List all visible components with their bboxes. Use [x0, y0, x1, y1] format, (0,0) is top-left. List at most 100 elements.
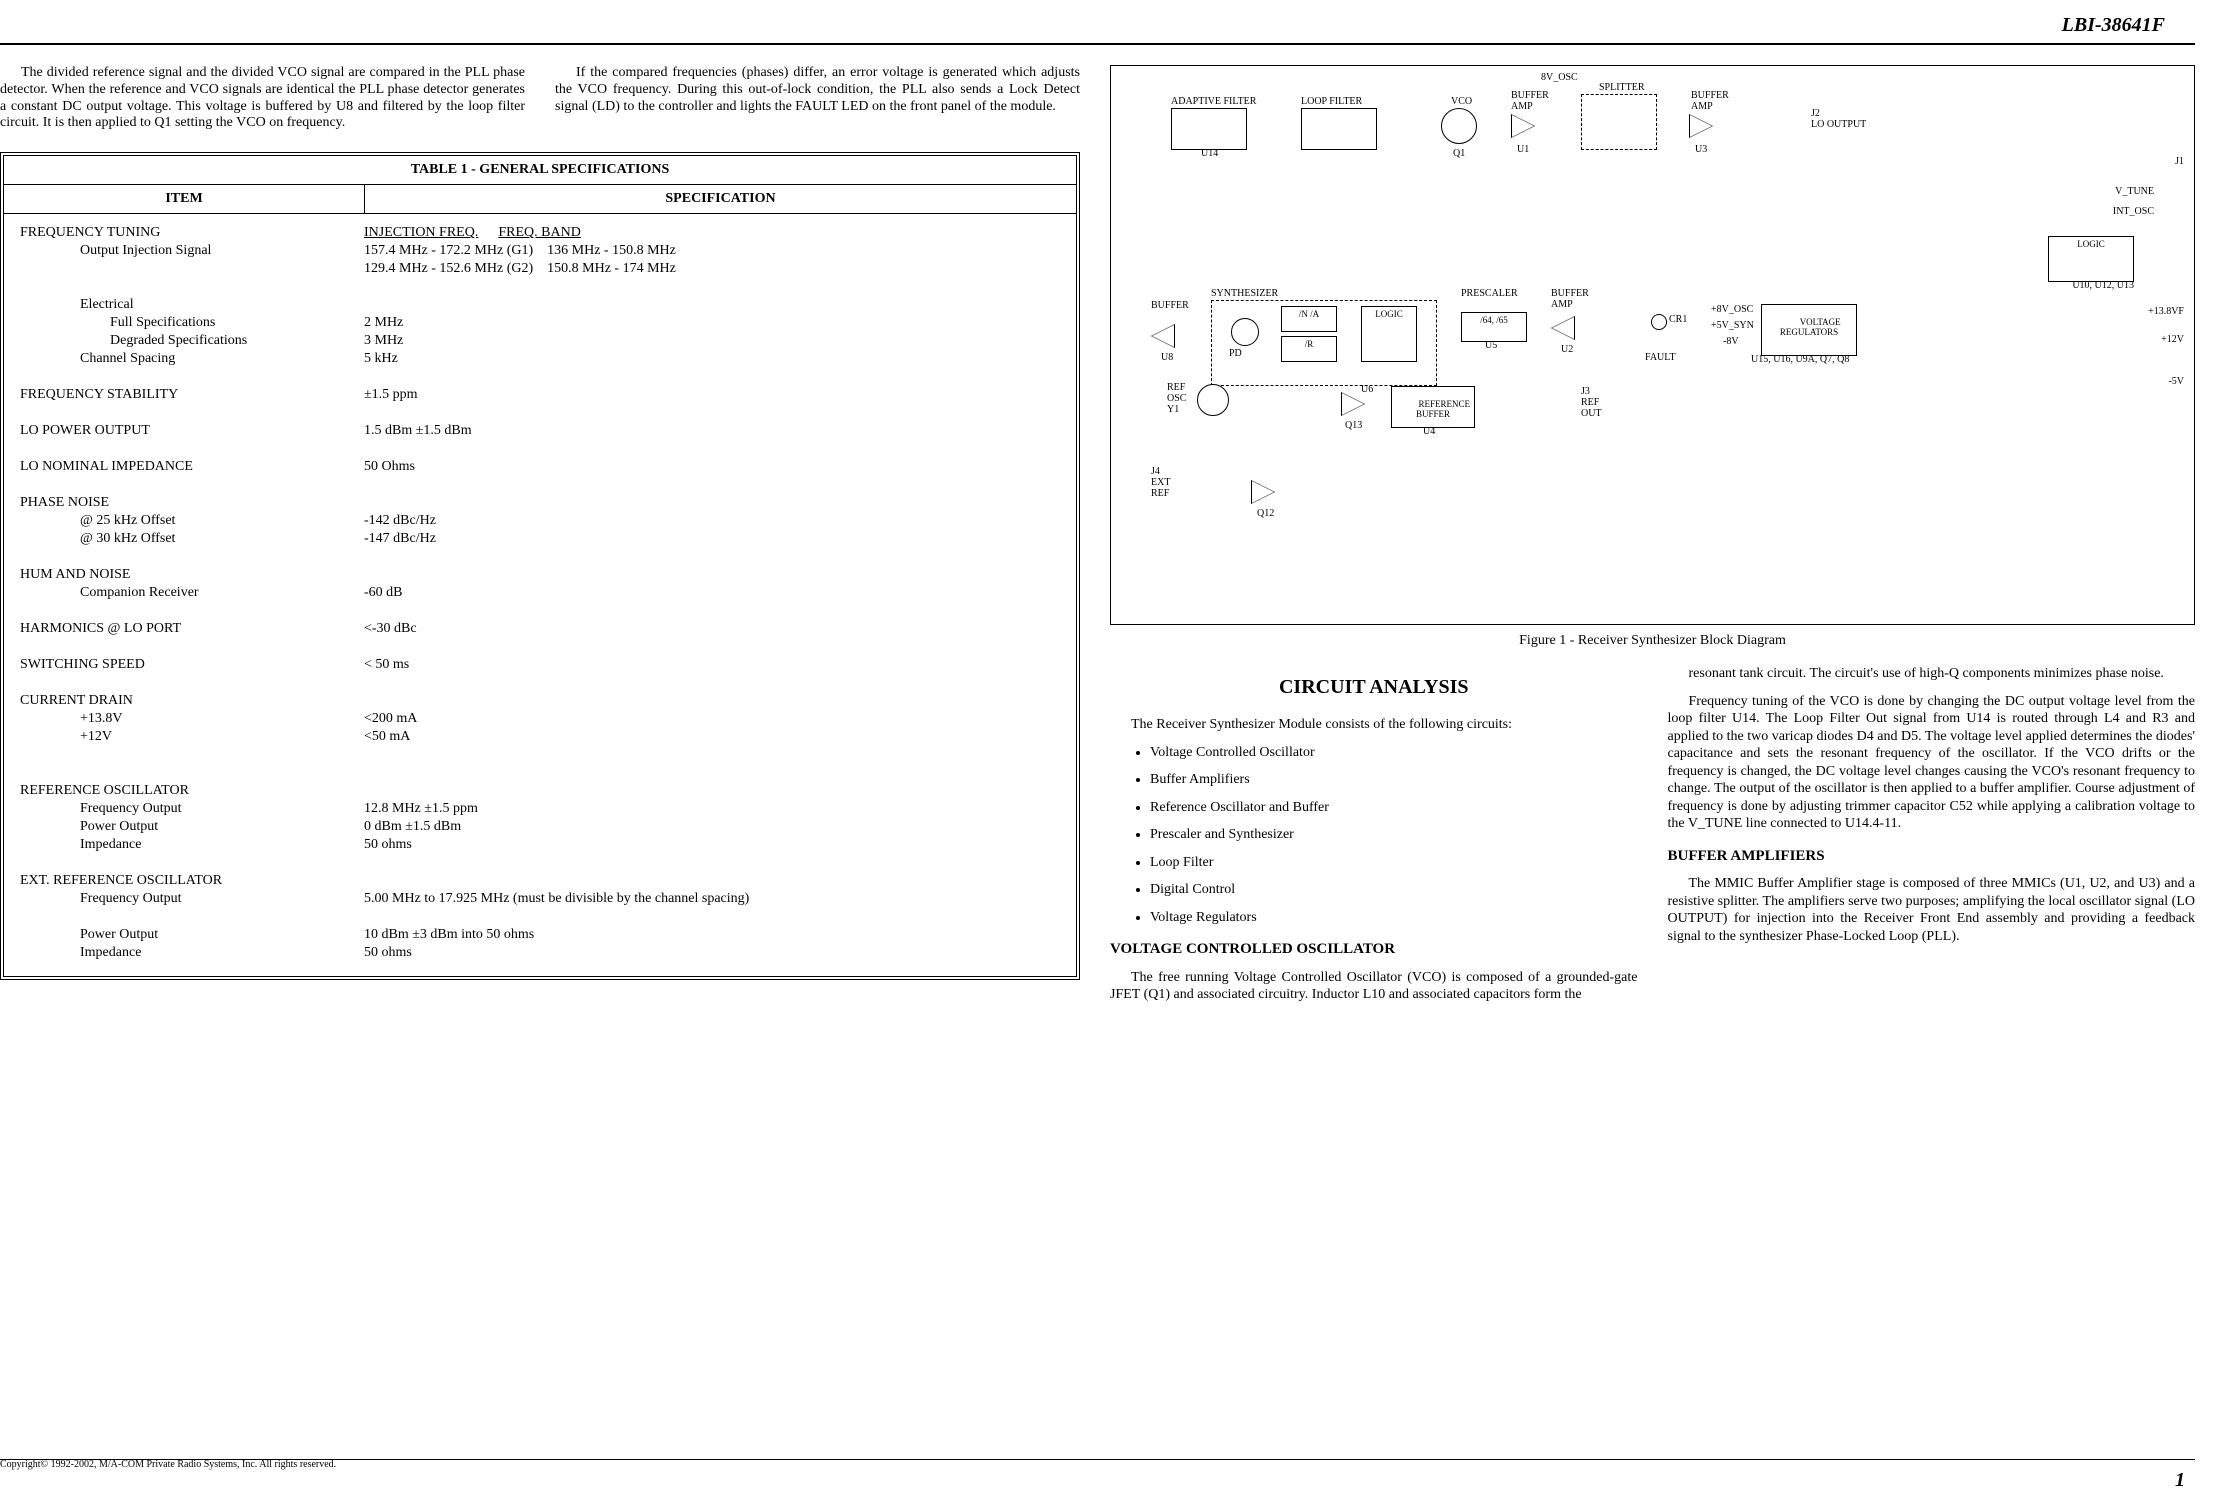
spec-value: 50 ohms: [364, 836, 1066, 854]
circuit-list: Voltage Controlled Oscillator Buffer Amp…: [1110, 744, 1638, 927]
bd-label-u4: U4: [1423, 426, 1435, 437]
spec-value: <200 mA: [364, 710, 1066, 728]
spec-value: -142 dBc/Hz: [364, 512, 1066, 530]
spec-value: 50 ohms: [364, 944, 1066, 962]
list-item: Reference Oscillator and Buffer: [1150, 799, 1638, 817]
bd-label-reference-buffer: REFERENCE BUFFER: [1416, 399, 1470, 419]
bd-ref-buffer: REFERENCE BUFFER: [1391, 386, 1475, 428]
bd-logic: LOGIC: [2048, 236, 2134, 282]
table-subitem: Power Output: [20, 818, 354, 836]
bd-label-ref-osc-y1: REF OSC Y1: [1167, 382, 1186, 415]
spec-header-freqband: FREQ. BAND: [498, 224, 580, 242]
table-subitem: Impedance: [20, 944, 354, 962]
figure-caption: Figure 1 - Receiver Synthesizer Block Di…: [1110, 625, 2195, 649]
spec-value: 5.00 MHz to 17.925 MHz (must be divisibl…: [364, 890, 1066, 908]
bd-label-u15-etc: U15, U16, U9A, Q7, Q8: [1751, 354, 1849, 365]
spec-value: -147 dBc/Hz: [364, 530, 1066, 548]
bd-label-div-r: /R: [1305, 339, 1314, 349]
bd-label-vco: VCO: [1451, 96, 1472, 107]
vco-cont-paragraph: resonant tank circuit. The circuit's use…: [1668, 665, 2196, 683]
bd-label-loop-filter: LOOP FILTER: [1301, 96, 1362, 107]
bd-label-buffer-amp: BUFFER AMP: [1511, 90, 1549, 112]
intro-paragraph-right: If the compared frequencies (phases) dif…: [555, 65, 1080, 132]
bd-label-u1: U1: [1517, 144, 1529, 155]
table-item: HARMONICS @ LO PORT: [20, 620, 354, 638]
bd-label-splitter: SPLITTER: [1599, 82, 1645, 93]
table-subitem: Electrical: [20, 296, 354, 314]
bd-ref-osc: [1197, 384, 1229, 416]
bd-label-j2-lo-output: J2 LO OUTPUT: [1811, 108, 1866, 130]
vco-paragraph-1: The free running Voltage Controlled Osci…: [1110, 969, 1638, 1004]
bd-label-u2: U2: [1561, 344, 1573, 355]
bd-label-j4-ext-ref: J4 EXT REF: [1151, 466, 1170, 499]
list-item: Voltage Regulators: [1150, 909, 1638, 927]
table-subitem: +13.8V: [20, 710, 354, 728]
bd-label-8v-osc: 8V_OSC: [1541, 72, 1578, 83]
bd-label-j3-ref-out: J3 REF OUT: [1581, 386, 1602, 419]
table-item: EXT. REFERENCE OSCILLATOR: [20, 872, 354, 890]
bd-splitter: [1581, 94, 1657, 150]
bd-label-div-n-a: /N /A: [1299, 309, 1319, 319]
table-subitem: Output Injection Signal: [20, 242, 354, 260]
table-item: FREQUENCY TUNING: [20, 224, 354, 242]
bd-div-r: /R: [1281, 336, 1337, 362]
bd-label-fault: FAULT: [1645, 352, 1676, 363]
bd-label-buffer-u8: BUFFER: [1151, 300, 1189, 311]
footer-rule: [0, 1459, 2195, 1460]
table-item: HUM AND NOISE: [20, 566, 354, 584]
table-item: SWITCHING SPEED: [20, 656, 354, 674]
bd-label-synth-logic: LOGIC: [1375, 309, 1403, 319]
bd-label-cr1: CR1: [1669, 314, 1687, 325]
bd-label-j1: J1: [2175, 156, 2184, 167]
table-item: FREQUENCY STABILITY: [20, 386, 354, 404]
table-subitem: Channel Spacing: [20, 350, 354, 368]
bd-label-buffer-amp-u2: BUFFER AMP: [1551, 288, 1589, 310]
bd-label-int-osc: INT_OSC: [2113, 206, 2154, 217]
table-subitem: @ 30 kHz Offset: [20, 530, 354, 548]
bd-label-u5: U5: [1485, 340, 1497, 351]
bd-label-plus12v: +12V: [2161, 334, 2184, 345]
bd-q13: [1341, 392, 1365, 416]
table-subitem: Frequency Output: [20, 890, 354, 908]
spec-value: -60 dB: [364, 584, 1066, 602]
bd-prescaler: /64, /65: [1461, 312, 1527, 342]
table-title: TABLE 1 - GENERAL SPECIFICATIONS: [4, 156, 1076, 185]
spec-value: 3 MHz: [364, 332, 1066, 350]
specifications-table: TABLE 1 - GENERAL SPECIFICATIONS ITEM SP…: [0, 152, 1080, 980]
bd-label-minus5v: -5V: [2168, 376, 2184, 387]
spec-value: 10 dBm ±3 dBm into 50 ohms: [364, 926, 1066, 944]
bd-label-logic: LOGIC: [2077, 239, 2105, 249]
bd-label-prescaler: PRESCALER: [1461, 288, 1518, 299]
bd-label-pd: PD: [1229, 348, 1242, 359]
bd-label-plus13-8vf: +13.8VF: [2148, 306, 2184, 317]
spec-subheaders: INJECTION FREQ. FREQ. BAND: [364, 224, 1066, 242]
bd-voltage-regulators: VOLTAGE REGULATORS: [1761, 304, 1857, 356]
bd-fault-led: [1651, 314, 1667, 330]
bd-label-q1: Q1: [1453, 148, 1465, 159]
bd-label-q12: Q12: [1257, 508, 1274, 519]
copyright-notice: Copyright© 1992-2002, M/A-COM Private Ra…: [0, 1459, 336, 1470]
list-item: Voltage Controlled Oscillator: [1150, 744, 1638, 762]
bd-label-voltage-regulators: VOLTAGE REGULATORS: [1780, 317, 1841, 337]
bd-label-u3: U3: [1695, 144, 1707, 155]
page: LBI-38641F The divided reference signal …: [0, 0, 2215, 1500]
table-header-spec: SPECIFICATION: [365, 185, 1076, 213]
table-subitem: Power Output: [20, 926, 354, 944]
circuit-analysis-intro: The Receiver Synthesizer Module consists…: [1110, 716, 1638, 734]
spec-value: 0 dBm ±1.5 dBm: [364, 818, 1066, 836]
circuit-analysis-heading: CIRCUIT ANALYSIS: [1110, 675, 1638, 700]
bd-buffer-u2: [1551, 316, 1575, 340]
document-id-header: LBI-38641F: [0, 10, 2195, 45]
bd-label-buffer-amp-u3: BUFFER AMP: [1691, 90, 1729, 112]
bd-label-adaptive-filter: ADAPTIVE FILTER: [1171, 96, 1256, 107]
table-item-column: FREQUENCY TUNING Output Injection Signal…: [4, 224, 364, 962]
spec-value: 129.4 MHz - 152.6 MHz (G2) 150.8 MHz - 1…: [364, 260, 1066, 278]
list-item: Buffer Amplifiers: [1150, 771, 1638, 789]
bd-pd-mixer: [1231, 318, 1259, 346]
table-header-item: ITEM: [4, 185, 365, 213]
bd-label-u10-u12-u13: U10, U12, U13: [2072, 280, 2134, 291]
spec-value: <50 mA: [364, 728, 1066, 746]
table-subitem: +12V: [20, 728, 354, 746]
bd-buffer-u8: [1151, 324, 1175, 348]
spec-value: 157.4 MHz - 172.2 MHz (G1) 136 MHz - 150…: [364, 242, 1066, 260]
